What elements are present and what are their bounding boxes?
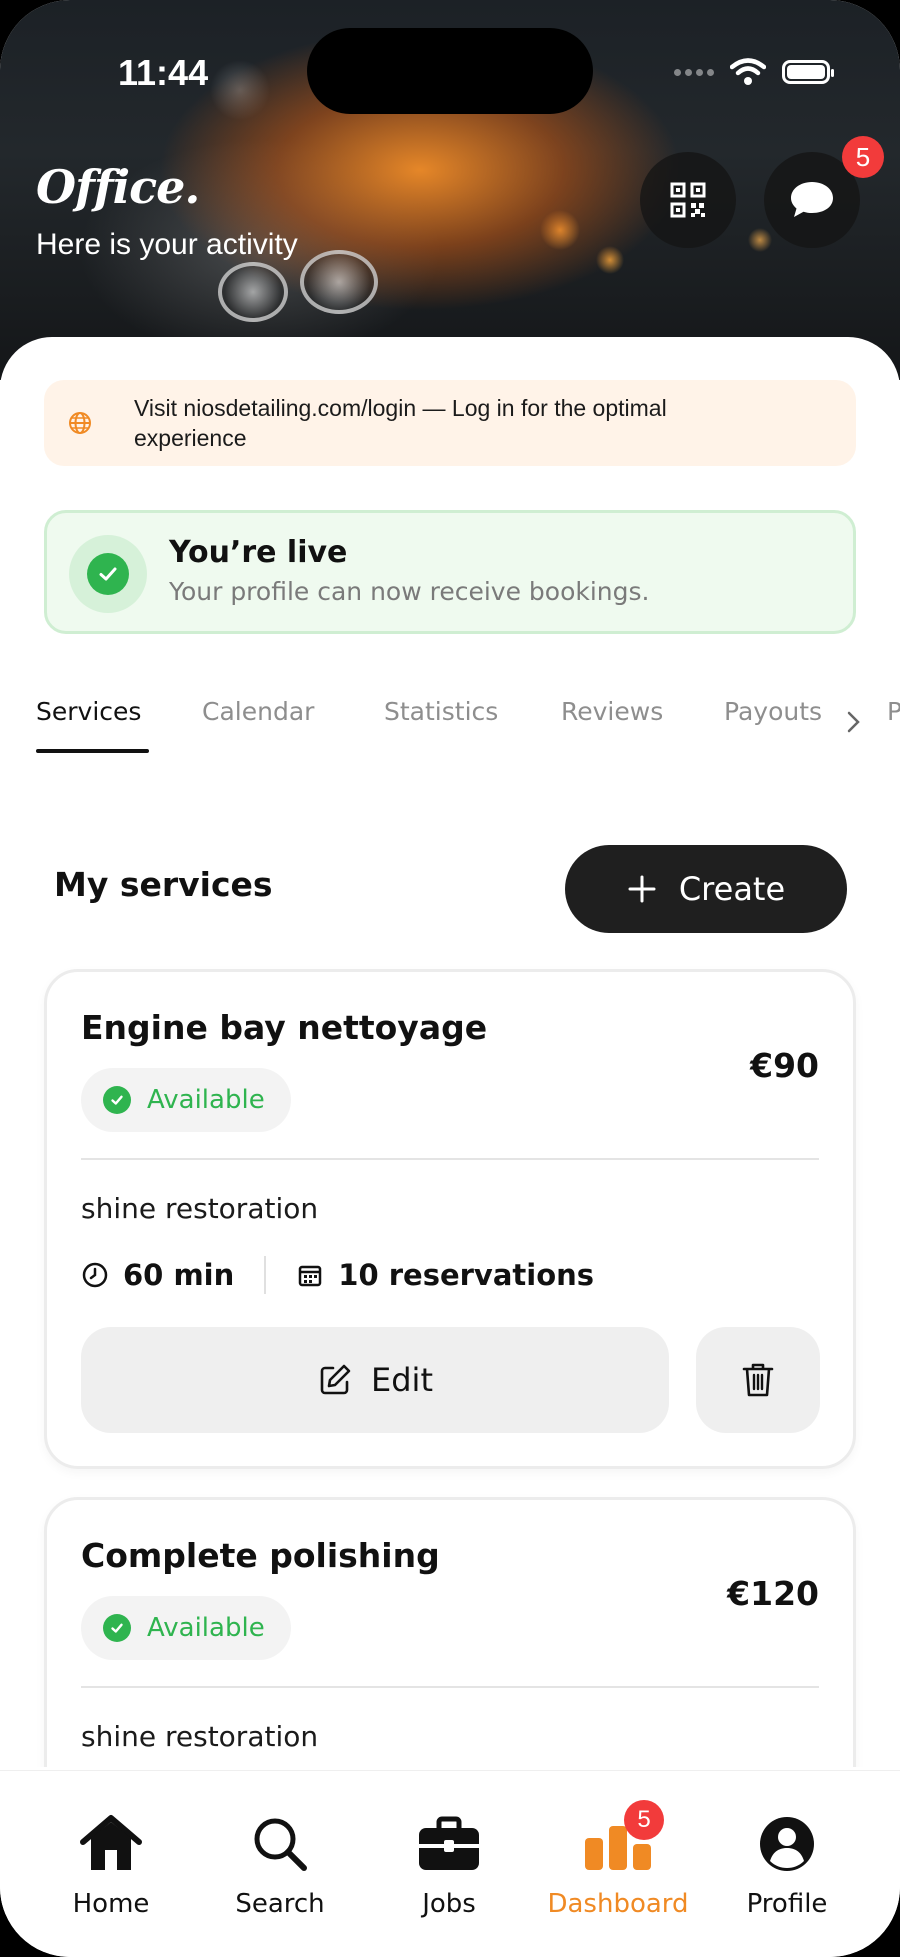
meta-separator <box>264 1256 267 1294</box>
check-circle-icon <box>87 553 129 595</box>
service-description: shine restoration <box>81 1192 319 1225</box>
search-icon <box>254 1818 307 1871</box>
trash-icon <box>742 1363 774 1397</box>
car-headlight <box>218 262 288 322</box>
messages-badge: 5 <box>842 136 884 178</box>
wifi-icon <box>730 58 766 85</box>
service-description: shine restoration <box>81 1720 319 1753</box>
globe-icon <box>69 412 91 434</box>
nav-search-label: Search <box>235 1889 325 1919</box>
active-tab-indicator <box>36 749 149 753</box>
user-icon <box>760 1817 814 1871</box>
car-headlight <box>300 250 378 314</box>
plus-icon <box>628 875 656 903</box>
nav-profile-label: Profile <box>746 1889 828 1919</box>
chat-bubble-icon <box>791 182 833 217</box>
briefcase-icon <box>419 1816 479 1870</box>
service-reservations: 10 reservations <box>338 1258 595 1292</box>
service-name: Engine bay nettoyage <box>81 1008 488 1047</box>
qr-code-icon <box>670 182 706 218</box>
status-label: Available <box>147 1613 265 1643</box>
create-service-button[interactable]: Create <box>565 845 847 933</box>
status-time: 11:44 <box>118 52 209 93</box>
dashboard-tabs: Services Calendar Statistics Reviews Pay… <box>36 697 900 757</box>
notice-text: Visit niosdetailing.com/login — Log in f… <box>134 395 667 451</box>
clock-icon <box>82 1262 108 1288</box>
status-badge: Available <box>81 1068 291 1132</box>
login-notice[interactable]: Visit niosdetailing.com/login — Log in f… <box>44 380 856 466</box>
chevron-right-icon[interactable] <box>844 707 864 737</box>
section-title: My services <box>54 865 273 904</box>
qr-code-button[interactable] <box>640 152 736 248</box>
nav-search[interactable]: Search <box>205 1811 355 1919</box>
main-content: Visit niosdetailing.com/login — Log in f… <box>0 337 900 1767</box>
service-card[interactable]: Engine bay nettoyage €90 Available shine… <box>44 969 856 1469</box>
tab-reviews[interactable]: Reviews <box>561 697 663 726</box>
live-title: You’re live <box>169 535 348 570</box>
nav-dashboard-label: Dashboard <box>547 1889 689 1919</box>
tab-calendar[interactable]: Calendar <box>202 697 314 726</box>
tab-services[interactable]: Services <box>36 697 141 726</box>
tab-next-partial[interactable]: P <box>887 697 900 726</box>
calendar-icon <box>299 1265 322 1287</box>
nav-jobs-label: Jobs <box>422 1889 476 1919</box>
status-badge: Available <box>81 1596 291 1660</box>
service-price: €120 <box>727 1574 819 1613</box>
brand-title: Office. <box>36 160 200 214</box>
dynamic-island <box>307 28 593 114</box>
check-circle-icon <box>103 1614 131 1642</box>
edit-button-label: Edit <box>371 1361 433 1399</box>
nav-home[interactable]: Home <box>36 1811 186 1919</box>
divider <box>81 1686 819 1688</box>
create-button-label: Create <box>678 870 786 908</box>
header-subtitle: Here is your activity <box>36 228 298 261</box>
delete-service-button[interactable] <box>696 1327 820 1433</box>
status-icons <box>674 58 834 86</box>
check-circle-icon <box>103 1086 131 1114</box>
divider <box>81 1158 819 1160</box>
nav-home-label: Home <box>72 1889 150 1919</box>
service-price: €90 <box>750 1046 819 1085</box>
nav-profile[interactable]: Profile <box>712 1811 862 1919</box>
service-card[interactable]: Complete polishing €120 Available shine … <box>44 1497 856 1767</box>
edit-icon <box>320 1364 351 1395</box>
live-subtitle: Your profile can now receive bookings. <box>169 577 650 606</box>
edit-service-button[interactable]: Edit <box>81 1327 669 1433</box>
service-duration: 60 min <box>123 1258 235 1292</box>
nav-jobs[interactable]: Jobs <box>374 1811 524 1919</box>
service-name: Complete polishing <box>81 1536 440 1575</box>
cellular-icon <box>674 68 714 76</box>
live-status-banner: You’re live Your profile can now receive… <box>44 510 856 634</box>
live-status-indicator <box>69 535 147 613</box>
battery-icon <box>782 60 834 84</box>
bottom-nav: Home Search Jobs Dashboard Profile <box>0 1770 900 1957</box>
status-label: Available <box>147 1085 265 1115</box>
dashboard-badge: 5 <box>624 1800 664 1840</box>
tab-statistics[interactable]: Statistics <box>384 697 498 726</box>
phone-screen: 11:44 Office. Here is your activity 5 Vi… <box>0 0 900 1957</box>
nav-dashboard[interactable]: Dashboard <box>543 1811 693 1919</box>
service-meta: 60 min 10 reservations <box>81 1256 594 1294</box>
home-icon <box>80 1815 142 1870</box>
tab-payouts[interactable]: Payouts <box>724 697 822 726</box>
